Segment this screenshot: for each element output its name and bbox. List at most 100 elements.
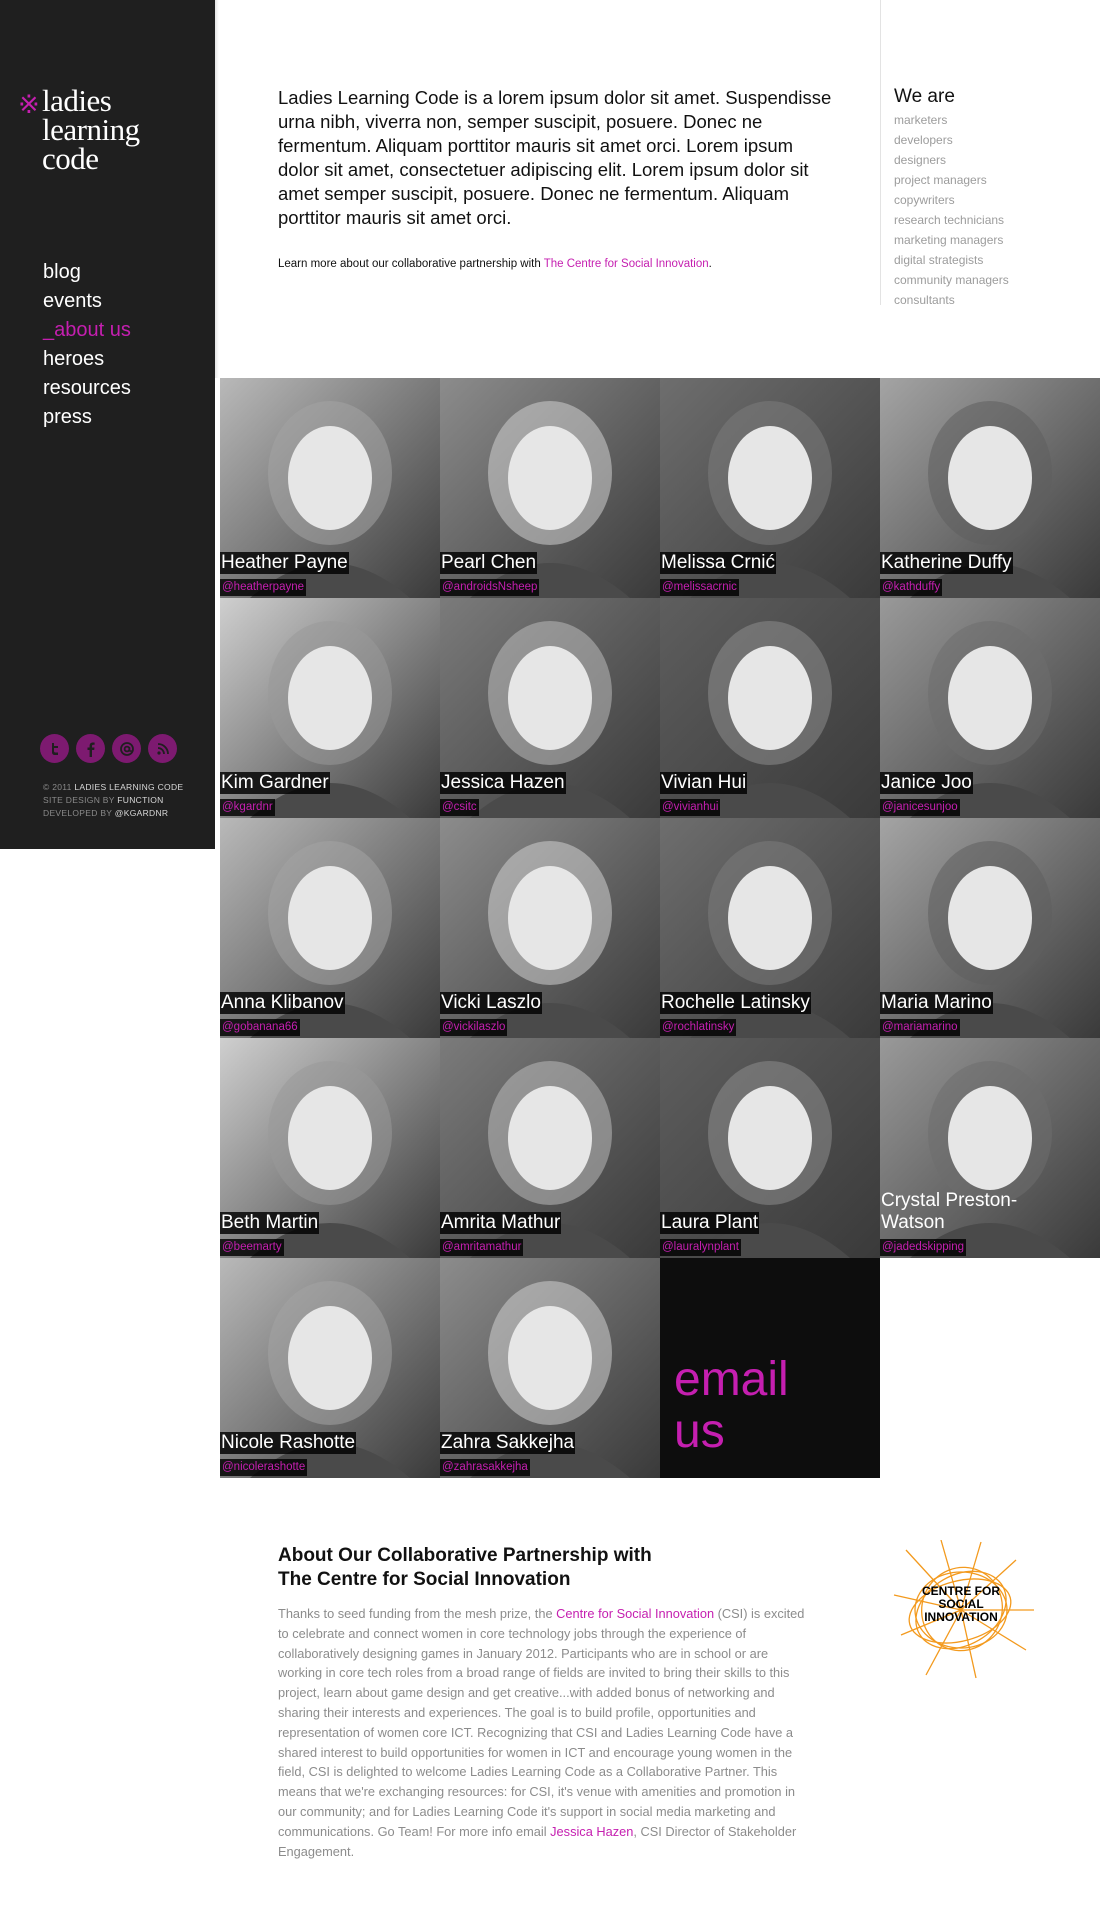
- intro-section: Ladies Learning Code is a lorem ipsum do…: [278, 86, 838, 270]
- team-name: Laura Plant: [660, 1212, 760, 1234]
- site-logo[interactable]: ※ ladies learning code: [18, 83, 208, 186]
- team-card[interactable]: Laura Plant @lauralynplant: [660, 1038, 880, 1258]
- partner-suffix: .: [708, 258, 712, 270]
- nav-item-blog[interactable]: blog: [43, 258, 131, 287]
- team-card[interactable]: Kim Gardner @kgardnr: [220, 598, 440, 818]
- team-name: Anna Klibanov: [220, 992, 345, 1014]
- team-handle[interactable]: @mariamarino: [880, 1019, 960, 1036]
- team-card[interactable]: Vivian Hui @vivianhui: [660, 598, 880, 818]
- team-handle[interactable]: @androidsNsheep: [440, 579, 540, 596]
- email-us-card[interactable]: email us: [660, 1258, 880, 1478]
- we-are-item: copywriters: [894, 193, 955, 207]
- team-name: Amrita Mathur: [440, 1212, 562, 1234]
- we-are-item: research technicians: [894, 213, 1005, 227]
- team-name: Vicki Laszlo: [440, 992, 542, 1014]
- csi-logo-text: CENTRE FOR SOCIAL INNOVATION: [916, 1585, 1006, 1624]
- team-card[interactable]: Crystal Preston-Watson @jadedskipping: [880, 1038, 1100, 1258]
- team-handle[interactable]: @janicesunjoo: [880, 799, 960, 816]
- team-card[interactable]: Vicki Laszlo @vickilaszlo: [440, 818, 660, 1038]
- team-handle[interactable]: @amritamathur: [440, 1239, 524, 1256]
- team-name: Melissa Crnić: [660, 552, 777, 574]
- team-handle[interactable]: @kathduffy: [880, 579, 943, 596]
- team-card[interactable]: Anna Klibanov @gobanana66: [220, 818, 440, 1038]
- site-credits: © 2011 Ladies Learning Code Site design …: [43, 781, 183, 820]
- team-name: Nicole Rashotte: [220, 1432, 357, 1454]
- team-handle[interactable]: @vivianhui: [660, 799, 721, 816]
- credits-link-kgardnr[interactable]: @kgardnr: [115, 808, 169, 818]
- sidebar: ※ ladies learning code blog events _abou…: [0, 0, 215, 849]
- about-body: Thanks to seed funding from the mesh pri…: [278, 1604, 813, 1861]
- we-are-item: community managers: [894, 273, 1009, 287]
- team-name: Beth Martin: [220, 1212, 320, 1234]
- nav-item-press[interactable]: press: [43, 403, 131, 432]
- team-card[interactable]: Pearl Chen @androidsNsheep: [440, 378, 660, 598]
- team-handle[interactable]: @heatherpayne: [220, 579, 307, 596]
- credits-highlight: Ladies Learning Code: [74, 782, 184, 792]
- team-card[interactable]: Maria Marino @mariamarino: [880, 818, 1100, 1038]
- we-are-title: We are: [894, 86, 955, 107]
- partner-line: Learn more about our collaborative partn…: [278, 258, 838, 270]
- nav-item-heroes[interactable]: heroes: [43, 345, 131, 374]
- team-card[interactable]: Janice Joo @janicesunjoo: [880, 598, 1100, 818]
- about-title-line: About Our Collaborative Partnership with: [278, 1545, 652, 1566]
- team-card[interactable]: Katherine Duffy @kathduffy: [880, 378, 1100, 598]
- team-card[interactable]: Zahra Sakkejha @zahrasakkejha: [440, 1258, 660, 1478]
- about-title-line: The Centre for Social Innovation: [278, 1569, 571, 1590]
- logo-line: ladies: [42, 83, 112, 118]
- nav-item-about-us[interactable]: _about us: [43, 316, 131, 345]
- team-handle[interactable]: @vickilaszlo: [440, 1019, 508, 1036]
- sidebar-shadow: [215, 0, 219, 378]
- team-name: Crystal Preston-Watson: [881, 1190, 1018, 1233]
- twitter-icon[interactable]: [40, 734, 69, 763]
- team-name: Vivian Hui: [660, 772, 748, 794]
- team-card[interactable]: Melissa Crnić @melissacrnic: [660, 378, 880, 598]
- team-handle[interactable]: @rochlatinsky: [660, 1019, 737, 1036]
- email-icon[interactable]: [112, 734, 141, 763]
- team-card[interactable]: Heather Payne @heatherpayne: [220, 378, 440, 598]
- rss-icon[interactable]: [148, 734, 177, 763]
- we-are-panel: We are marketers developers designers pr…: [894, 86, 1094, 310]
- partner-link[interactable]: The Centre for Social Innovation: [544, 258, 709, 270]
- team-name: Janice Joo: [880, 772, 973, 794]
- team-handle[interactable]: @gobanana66: [220, 1019, 300, 1036]
- team-handle[interactable]: @kgardnr: [220, 799, 275, 816]
- csi-link[interactable]: Centre for Social Innovation: [556, 1606, 714, 1621]
- we-are-list: marketers developers designers project m…: [894, 110, 1094, 310]
- team-card[interactable]: Rochelle Latinsky @rochlatinsky: [660, 818, 880, 1038]
- email-us-line: email: [674, 1353, 789, 1406]
- we-are-item: marketers: [894, 113, 948, 127]
- credits-link-function[interactable]: Function: [117, 795, 163, 805]
- facebook-icon[interactable]: [76, 734, 105, 763]
- about-title: About Our Collaborative Partnership with…: [278, 1544, 813, 1592]
- team-card[interactable]: Beth Martin @beemarty: [220, 1038, 440, 1258]
- vertical-divider: [880, 0, 881, 305]
- team-card[interactable]: Amrita Mathur @amritamathur: [440, 1038, 660, 1258]
- about-text: (CSI) is excited to celebrate and connec…: [278, 1606, 805, 1839]
- logo-text: ladies learning code: [42, 83, 140, 176]
- main-nav: blog events _about us heroes resources p…: [43, 258, 131, 432]
- intro-text: Ladies Learning Code is a lorem ipsum do…: [278, 87, 832, 228]
- team-handle[interactable]: @zahrasakkejha: [440, 1459, 530, 1476]
- team-handle[interactable]: @jadedskipping: [880, 1239, 967, 1256]
- we-are-item: developers: [894, 133, 953, 147]
- we-are-item: digital strategists: [894, 253, 984, 267]
- jessica-hazen-link[interactable]: Jessica Hazen: [550, 1824, 633, 1839]
- logo-line: code: [42, 141, 99, 176]
- nav-item-events[interactable]: events: [43, 287, 131, 316]
- team-card[interactable]: Nicole Rashotte @nicolerashotte: [220, 1258, 440, 1478]
- team-handle[interactable]: @lauralynplant: [660, 1239, 741, 1256]
- team-handle[interactable]: @csitc: [440, 799, 479, 816]
- csi-logo[interactable]: CENTRE FOR SOCIAL INNOVATION: [886, 1539, 1036, 1680]
- team-name: Zahra Sakkejha: [440, 1432, 576, 1454]
- logo-mark-icon: ※: [18, 90, 40, 120]
- team-card[interactable]: Jessica Hazen @csitc: [440, 598, 660, 818]
- team-handle[interactable]: @beemarty: [220, 1239, 284, 1256]
- nav-item-resources[interactable]: resources: [43, 374, 131, 403]
- team-handle[interactable]: @melissacrnic: [660, 579, 739, 596]
- team-name: Katherine Duffy: [880, 552, 1013, 574]
- csi-logo-line: INNOVATION: [924, 1610, 998, 1624]
- we-are-item: project managers: [894, 173, 987, 187]
- team-name: Pearl Chen: [440, 552, 538, 574]
- team-name: Rochelle Latinsky: [660, 992, 811, 1014]
- team-handle[interactable]: @nicolerashotte: [220, 1459, 308, 1476]
